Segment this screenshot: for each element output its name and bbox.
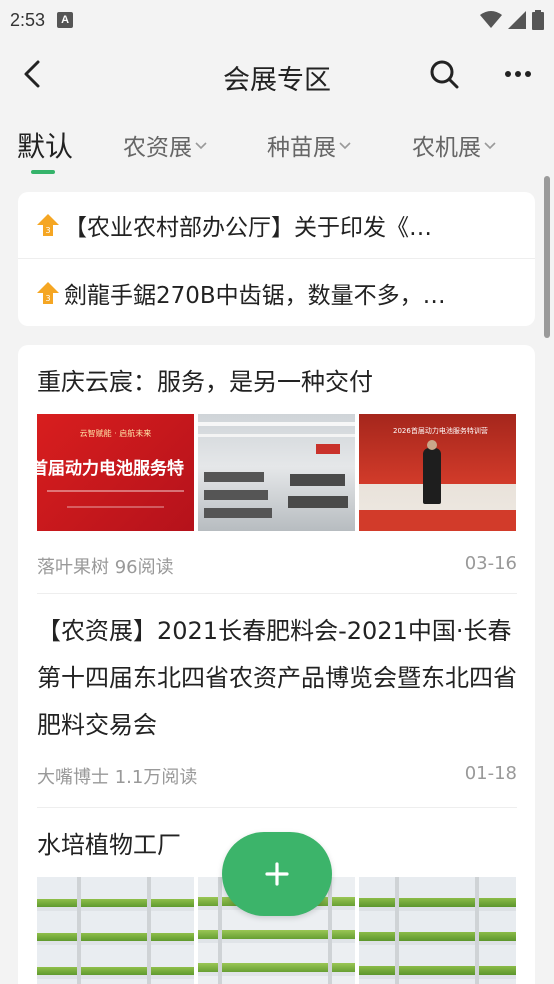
red-wall-sign — [316, 444, 340, 454]
article-meta: 落叶果树 96阅读 03-16 — [37, 553, 517, 579]
tab-seedlings[interactable]: 种苗展 — [267, 120, 352, 170]
pinned-notice[interactable]: 3 劍龍手鋸270B中齿锯，数量不多，… — [18, 259, 535, 326]
status-bar: 2:53 A — [0, 0, 554, 40]
banner-small-text: 云智赋能 · 启航未来 — [79, 429, 152, 438]
rack-frame — [218, 877, 222, 984]
scrollbar[interactable] — [544, 176, 550, 338]
thumbnail-hydroponic-3[interactable] — [359, 877, 516, 984]
page-title: 会展专区 — [223, 65, 331, 96]
article-date: 03-16 — [464, 553, 517, 574]
tab-label: 种苗展 — [267, 135, 336, 161]
status-time: 2:53 — [10, 9, 46, 30]
divider — [37, 807, 517, 808]
tab-label: 默认 — [17, 130, 74, 163]
search-icon — [430, 60, 459, 89]
pin-top-icon: 3 — [37, 214, 59, 236]
wifi-icon — [480, 11, 502, 28]
plus-icon — [265, 862, 289, 886]
category-tabs: 默认 农资展 种苗展 农机展 — [0, 120, 554, 176]
tab-label: 农机展 — [412, 135, 481, 161]
add-post-button[interactable] — [222, 832, 332, 916]
pinned-notices: 3 【农业农村部办公厅】关于印发《… 3 劍龍手鋸270B中齿锯，数量不多，… — [18, 192, 535, 326]
article-author-reads: 大嘴博士 1.1万阅读 — [37, 767, 198, 788]
notice-text: 【农业农村部办公厅】关于印发《… — [64, 215, 432, 241]
speaker-figure — [423, 448, 441, 504]
notice-text: 劍龍手鋸270B中齿锯，数量不多，… — [64, 282, 446, 309]
classroom-desk — [290, 474, 345, 486]
divider — [37, 593, 517, 594]
app-bar: 会展专区 — [0, 42, 554, 106]
more-button[interactable] — [498, 54, 538, 94]
notification-icon: A — [57, 12, 74, 28]
rack-frame — [475, 877, 479, 984]
article-author-reads: 落叶果树 96阅读 — [37, 557, 174, 578]
status-icons — [480, 10, 544, 30]
thumbnail-event-banner[interactable]: 云智赋能 · 启航未来 首届动力电池服务特 — [37, 414, 194, 531]
article-item[interactable]: 【农资展】2021长春肥料会-2021中国·长春第十四届东北四省农资产品博览会暨… — [37, 608, 517, 789]
stage-floor — [359, 510, 516, 531]
article-item[interactable]: 重庆云宸：服务，是另一种交付 云智赋能 · 启航未来 首届动力电池服务特 202… — [37, 359, 517, 579]
chevron-down-icon — [195, 142, 207, 150]
active-tab-indicator — [31, 170, 55, 174]
rack-frame — [328, 877, 332, 984]
classroom-desk — [288, 496, 348, 508]
thumbnail-stage[interactable]: 2026首届动力电池服务特训营 — [359, 414, 516, 531]
classroom-desk — [204, 508, 272, 518]
article-date: 01-18 — [464, 763, 517, 784]
article-title: 重庆云宸：服务，是另一种交付 — [37, 368, 373, 396]
pinned-notice[interactable]: 3 【农业农村部办公厅】关于印发《… — [18, 192, 535, 259]
thumbnail-hydroponic-1[interactable] — [37, 877, 194, 984]
tab-label: 农资展 — [123, 135, 192, 161]
rack-frame — [147, 877, 151, 984]
classroom-desk — [204, 490, 268, 500]
search-button[interactable] — [424, 54, 464, 94]
more-dots-icon — [505, 71, 531, 77]
pin-badge-number: 3 — [45, 294, 50, 303]
rack-frame — [77, 877, 81, 984]
battery-icon — [532, 10, 544, 30]
chevron-down-icon — [484, 142, 496, 150]
article-thumbnails: 云智赋能 · 启航未来 首届动力电池服务特 2026首届动力电池服务特训营 — [37, 414, 517, 531]
banner-big-text: 首届动力电池服务特 — [37, 459, 184, 479]
tab-default[interactable]: 默认 — [17, 120, 73, 170]
banner-decoration — [47, 490, 184, 492]
pin-top-icon: 3 — [37, 281, 59, 304]
ceiling-light — [198, 434, 355, 437]
article-title: 【农资展】2021长春肥料会-2021中国·长春第十四届东北四省农资产品博览会暨… — [37, 617, 517, 739]
pin-badge-number: 3 — [45, 226, 50, 235]
thumbnail-classroom[interactable] — [198, 414, 355, 531]
article-meta: 大嘴博士 1.1万阅读 01-18 — [37, 763, 517, 789]
ceiling-light — [198, 422, 355, 426]
tab-machinery[interactable]: 农机展 — [412, 120, 497, 170]
chevron-down-icon — [339, 142, 351, 150]
rack-frame — [395, 877, 399, 984]
banner-decoration — [67, 506, 164, 508]
stage-banner-text: 2026首届动力电池服务特训营 — [393, 427, 488, 435]
signal-icon — [508, 11, 526, 29]
tab-agri-supplies[interactable]: 农资展 — [123, 120, 208, 170]
speaker-head — [427, 440, 437, 450]
classroom-desk — [204, 472, 264, 482]
